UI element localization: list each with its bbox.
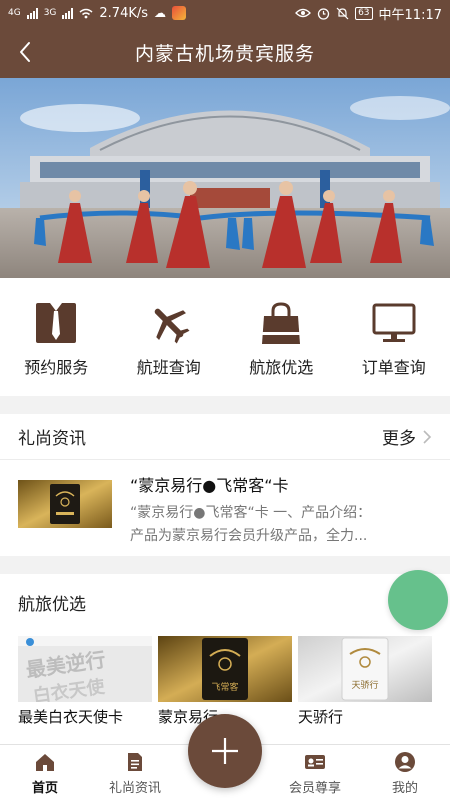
product-card[interactable]: 最美逆行 白衣天使 最美白衣天使卡 [18,636,152,727]
quick-item-flight[interactable]: 航班查询 [113,278,226,396]
floating-action-button[interactable] [388,570,448,630]
add-button[interactable] [188,714,262,788]
product-image: 飞常客 [158,636,292,702]
news-desc-line1: “蒙京易行●飞常客“卡 一、产品介绍： [130,505,372,521]
network-type: 4G [8,8,21,18]
document-icon [128,753,142,771]
travel-section-title: 航旅优选 [18,594,86,615]
airplane-icon [154,308,190,344]
product-image-text: 飞常客 [211,681,238,693]
travel-header: 航旅优选 [0,574,450,630]
suit-tie-icon [36,303,77,343]
shopping-bag-icon [262,302,301,344]
chevron-right-icon [423,429,432,444]
nav-news[interactable]: 礼尚资讯 [90,745,180,800]
quick-label: 航旅优选 [249,358,314,377]
news-title: “蒙京易行●飞常客“卡 [130,476,289,495]
quick-item-travel[interactable]: 航旅优选 [225,278,338,396]
more-link[interactable]: 更多 [382,424,432,449]
alarm-icon [317,7,330,20]
cloud-icon: ☁ [154,6,167,20]
clock: 中午11:17 [378,7,442,23]
back-chevron-icon[interactable] [14,40,38,64]
nav-member[interactable]: 会员尊享 [270,745,360,800]
app-header: 内蒙古机场贵宾服务 [0,26,450,78]
product-image-text: 天骄行 [351,679,378,691]
nav-label: 我的 [391,781,418,796]
news-text: “蒙京易行●飞常客“卡 “蒙京易行●飞常客“卡 一、产品介绍： 产品为蒙京易行会… [130,472,432,544]
quick-item-booking[interactable]: 预约服务 [0,278,113,396]
nav-mine[interactable]: 我的 [360,745,450,800]
app-notification-icon [172,6,187,20]
product-image: 天骄行 [298,636,432,702]
banner-image [0,78,450,278]
news-header: 礼尚资讯 更多 [0,414,450,460]
member-card-icon [305,755,325,769]
nav-label: 礼尚资讯 [108,781,161,796]
eye-icon [295,8,311,18]
news-desc-line2: 产品为蒙京易行会员升级产品，全力... [130,528,368,544]
nav-home[interactable]: 首页 [0,745,90,800]
product-image: 最美逆行 白衣天使 [18,636,152,702]
page-title: 内蒙古机场贵宾服务 [134,42,315,65]
network-type-2: 3G [43,8,57,18]
more-label: 更多 [382,429,416,449]
news-item[interactable]: “蒙京易行●飞常客“卡 “蒙京易行●飞常客“卡 一、产品介绍： 产品为蒙京易行会… [0,460,450,556]
monitor-icon [372,303,416,342]
news-section-title: 礼尚资讯 [18,429,86,449]
quick-label: 订单查询 [361,358,426,377]
user-icon [395,752,415,772]
home-icon [36,754,54,771]
network-speed: 2.74K/s [99,5,149,21]
status-bar: 4G 3G 2.74K/s ☁ 63 中午11:17 [0,0,450,26]
nav-label: 首页 [31,781,58,796]
signal-icon [26,7,38,19]
wifi-icon [79,8,93,18]
quick-menu: 预约服务 航班查询 航旅优选 订单查询 [0,278,450,396]
quick-label: 航班查询 [136,358,201,377]
mute-icon [336,7,349,19]
news-thumbnail [18,480,112,528]
news-section: 礼尚资讯 更多 “蒙京易行●飞常客“卡 “蒙京易行●飞常客“卡 一、产品介绍： … [0,414,450,556]
product-card[interactable]: 天骄行 天骄行 [298,636,432,727]
product-label: 最美白衣天使卡 [18,708,124,726]
hero-banner[interactable] [0,78,450,278]
nav-label: 会员尊享 [288,781,341,796]
battery-icon: 63 [355,6,373,20]
signal-icon-2 [62,7,74,19]
plus-icon [212,738,238,764]
quick-item-orders[interactable]: 订单查询 [338,278,450,396]
quick-label: 预约服务 [24,358,89,377]
product-label: 天骄行 [298,708,344,726]
